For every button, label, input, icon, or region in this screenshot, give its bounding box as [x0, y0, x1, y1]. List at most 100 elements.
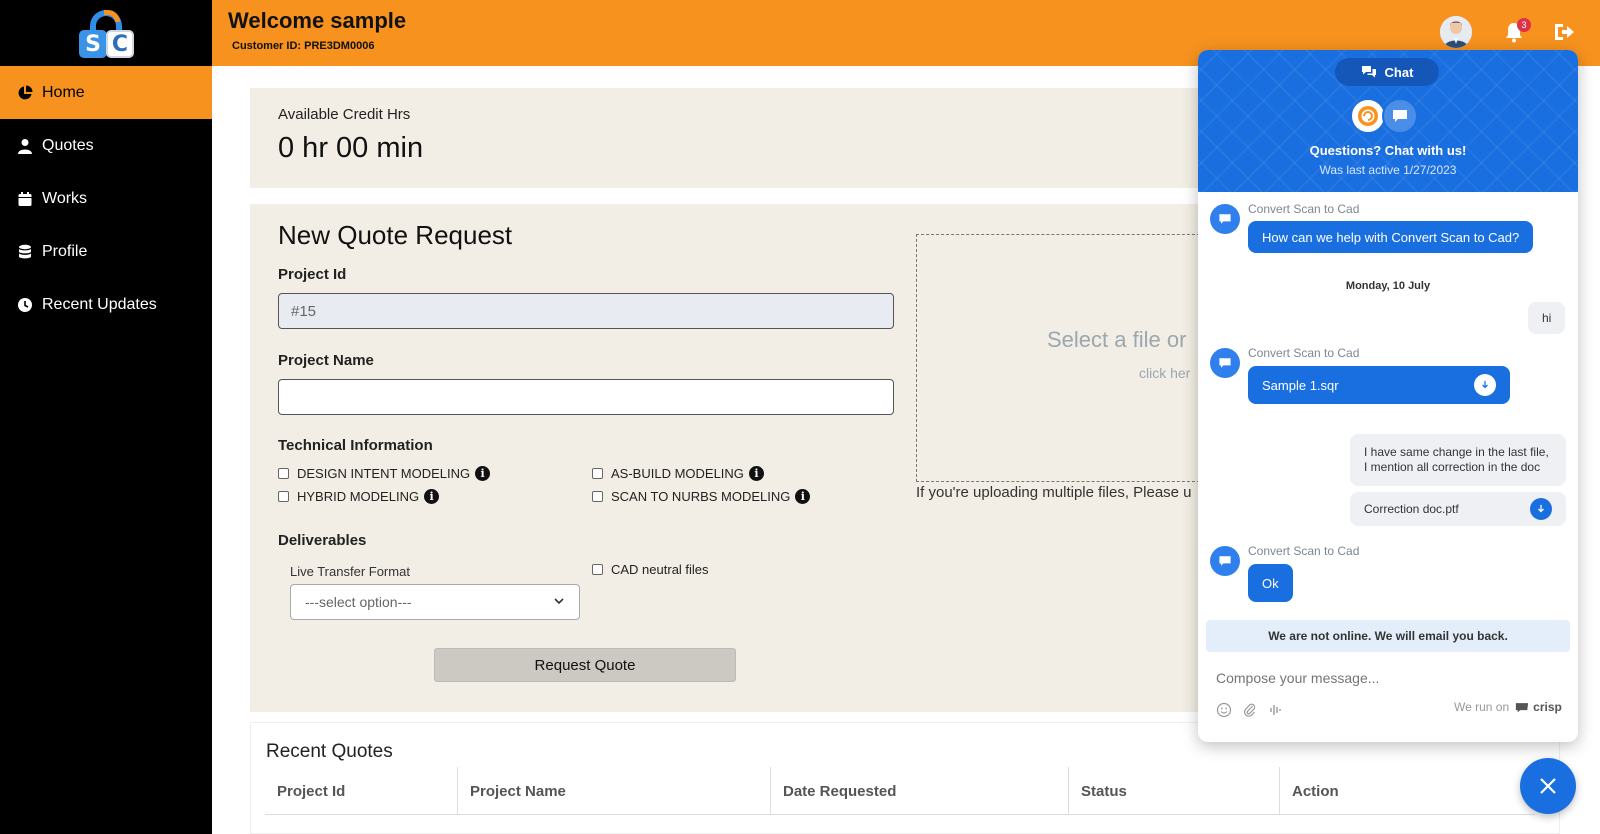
pie-chart-icon: [16, 84, 34, 102]
project-id-label: Project Id: [278, 266, 347, 283]
request-quote-button[interactable]: Request Quote: [434, 648, 736, 682]
logout-icon[interactable]: [1552, 20, 1576, 44]
checkbox-label: DESIGN INTENT MODELING: [297, 466, 471, 481]
chat-message-user: I have same change in the last file, I m…: [1350, 434, 1566, 486]
sidebar-item-label: Quotes: [42, 136, 94, 154]
deliverables-label: Deliverables: [278, 532, 367, 549]
checkbox[interactable]: [592, 491, 603, 502]
checkbox-scan-to-nurbs[interactable]: SCAN TO NURBS MODELING i: [592, 489, 811, 504]
info-icon[interactable]: i: [475, 466, 491, 481]
chat-message-user: hi: [1528, 302, 1566, 334]
customer-id: Customer ID: PRE3DM0006: [232, 40, 375, 52]
brand-avatar: [1350, 98, 1386, 134]
chat-tab[interactable]: Chat: [1335, 58, 1439, 86]
bot-avatar-icon: [1210, 204, 1240, 234]
database-icon: [16, 243, 34, 261]
info-icon[interactable]: i: [795, 489, 811, 504]
offline-notice: We are not online. We will email you bac…: [1206, 620, 1570, 652]
info-icon[interactable]: i: [424, 489, 440, 504]
recent-quotes-table-header: Project Id Project Name Date Requested S…: [265, 767, 1535, 815]
compose-message-input[interactable]: [1216, 666, 1556, 690]
checkbox[interactable]: [592, 468, 603, 479]
chat-file-attachment-user[interactable]: Correction doc.ptf: [1350, 492, 1566, 526]
dropzone-subtext: click her: [1139, 365, 1191, 381]
info-icon[interactable]: i: [748, 466, 764, 481]
logo-letter-s: S: [79, 30, 107, 58]
checkbox[interactable]: [278, 491, 289, 502]
powered-by[interactable]: We run on crisp: [1454, 700, 1562, 714]
powered-by-brand: crisp: [1533, 700, 1562, 714]
checkbox-label: AS-BUILD MODELING: [611, 466, 744, 481]
logo-letter-c: C: [106, 30, 134, 58]
checkbox-as-build[interactable]: AS-BUILD MODELING i: [592, 466, 764, 481]
close-chat-button[interactable]: [1520, 758, 1576, 814]
technical-info-label: Technical Information: [278, 437, 433, 454]
chat-message-bot: How can we help with Convert Scan to Cad…: [1248, 221, 1534, 253]
close-icon: [1540, 778, 1556, 794]
column-date-requested: Date Requested: [771, 767, 1069, 815]
chat-toolbar: [1216, 702, 1284, 718]
chat-header: Chat Questions? Chat with us! Was last a…: [1198, 50, 1578, 192]
sidebar-item-quotes[interactable]: Quotes: [0, 119, 212, 172]
sidebar-item-label: Profile: [42, 242, 88, 260]
project-name-label: Project Name: [278, 352, 374, 369]
checkbox-cad-neutral[interactable]: CAD neutral files: [592, 562, 709, 577]
sidebar: S C Home Quotes Works Profile Recent Upd…: [0, 0, 212, 834]
crisp-logo-icon: [1515, 702, 1529, 713]
calendar-icon: [16, 190, 34, 208]
dropzone-text: Select a file or: [1047, 327, 1187, 352]
checkbox-hybrid[interactable]: HYBRID MODELING i: [278, 489, 440, 504]
checkbox-label: SCAN TO NURBS MODELING: [611, 489, 791, 504]
clock-icon: [16, 296, 34, 314]
logo-area[interactable]: S C: [0, 0, 212, 66]
sidebar-item-label: Works: [42, 189, 88, 207]
welcome-title: Welcome sample: [228, 8, 407, 33]
select-value: ---select option---: [305, 594, 412, 610]
sidebar-item-works[interactable]: Works: [0, 172, 212, 225]
chat-headline: Questions? Chat with us!: [1309, 143, 1467, 158]
transfer-format-select[interactable]: ---select option---: [290, 584, 580, 620]
chat-agent-avatar: [1382, 98, 1418, 134]
credit-label: Available Credit Hrs: [278, 106, 411, 123]
checkbox-design-intent[interactable]: DESIGN INTENT MODELING i: [278, 466, 491, 481]
notification-badge: 3: [1517, 18, 1531, 32]
chat-bubbles-icon: [1361, 66, 1376, 78]
column-project-id: Project Id: [265, 767, 458, 815]
chat-last-active: Was last active 1/27/2023: [1319, 163, 1457, 177]
project-id-input: [278, 293, 894, 329]
sidebar-item-profile[interactable]: Profile: [0, 225, 212, 278]
checkbox[interactable]: [278, 468, 289, 479]
download-icon[interactable]: [1530, 498, 1552, 520]
checkbox-label: CAD neutral files: [611, 562, 709, 577]
file-name: Correction doc.ptf: [1364, 502, 1459, 516]
sidebar-item-label: Home: [42, 83, 85, 101]
upload-note: If you're uploading multiple files, Plea…: [916, 484, 1192, 501]
chat-file-attachment-bot[interactable]: Sample 1.sqr: [1248, 366, 1510, 404]
bot-name: Convert Scan to Cad: [1248, 346, 1360, 360]
chat-tab-label: Chat: [1384, 64, 1414, 80]
sidebar-item-home[interactable]: Home: [0, 66, 212, 119]
avatar[interactable]: [1440, 16, 1472, 48]
emoji-icon[interactable]: [1216, 702, 1232, 718]
powered-by-text: We run on: [1454, 700, 1510, 714]
chevron-down-icon: [553, 594, 565, 610]
column-action: Action: [1292, 782, 1339, 800]
file-name: Sample 1.sqr: [1262, 377, 1339, 393]
chat-date-separator: Monday, 10 July: [1345, 280, 1431, 292]
message-line: I have same change in the last file,: [1364, 445, 1549, 459]
checkbox-label: HYBRID MODELING: [297, 489, 420, 504]
user-icon: [16, 137, 34, 155]
sidebar-item-recent-updates[interactable]: Recent Updates: [0, 278, 212, 331]
checkbox[interactable]: [592, 564, 603, 575]
project-name-input[interactable]: [278, 379, 894, 415]
attachment-icon[interactable]: [1242, 702, 1258, 718]
bot-avatar-icon: [1210, 546, 1240, 576]
chat-message-bot: Ok: [1248, 564, 1293, 602]
sidebar-item-label: Recent Updates: [42, 295, 157, 313]
download-icon[interactable]: [1474, 374, 1496, 396]
company-logo: S C: [76, 6, 136, 60]
credit-value: 0 hr 00 min: [278, 132, 424, 164]
chat-widget: Chat Questions? Chat with us! Was last a…: [1198, 50, 1578, 742]
audio-wave-icon[interactable]: [1268, 702, 1284, 718]
column-project-name: Project Name: [458, 767, 771, 815]
